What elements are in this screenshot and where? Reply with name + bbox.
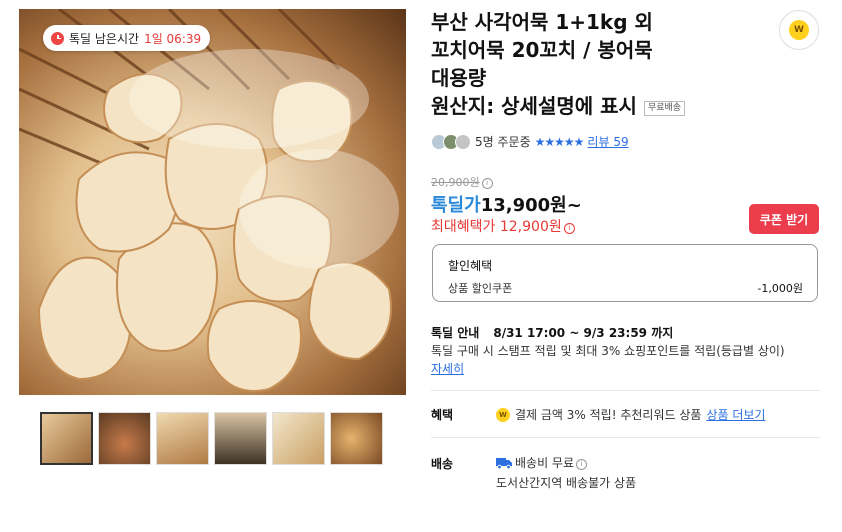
thumbnail-image	[273, 413, 324, 464]
max-benefit-price: 최대혜택가 12,900원 i	[431, 216, 575, 236]
benefit-row: W 결제 금액 3% 적립! 추천리워드 상품 상품 더보기	[496, 406, 765, 423]
discount-box: 할인혜택 상품 할인쿠폰 -1,000원	[432, 244, 818, 302]
benefit-label: 혜택	[431, 408, 454, 422]
clock-icon	[51, 31, 64, 45]
thumbnail-2[interactable]	[98, 412, 151, 465]
reward-coin-button[interactable]: W	[779, 10, 819, 50]
product-title: 부산 사각어묵 1+1kg 외 꼬치어묵 20꼬치 / 봉어묵 대용량 원산지:…	[431, 8, 731, 120]
divider	[431, 390, 820, 391]
thumbnail-4[interactable]	[214, 412, 267, 465]
original-price-value: 20,900원	[431, 176, 480, 189]
deal-period: 8/31 17:00 ~ 9/3 23:59 까지	[493, 326, 674, 340]
details-link[interactable]: 자세히	[431, 360, 464, 378]
deal-timer-badge: 톡딜 남은시간 1일 06:39	[43, 25, 211, 51]
thumbnail-image	[215, 413, 266, 464]
product-main-image: 톡딜 남은시간 1일 06:39	[19, 9, 406, 395]
buyer-avatars	[431, 133, 471, 150]
truck-icon	[496, 458, 512, 469]
shipping-fee-row: 배송비 무료 i	[496, 453, 636, 473]
discount-item-value: -1,000원	[757, 282, 803, 295]
deal-info: 톡딜 안내 8/31 17:00 ~ 9/3 23:59 까지 톡딜 구매 시 스…	[431, 324, 785, 378]
deal-price: 톡딜가13,900원~	[431, 191, 582, 217]
info-icon[interactable]: i	[563, 223, 575, 234]
title-line-1: 부산 사각어묵 1+1kg 외	[431, 10, 653, 34]
shipping-note: 도서산간지역 배송불가 상품	[496, 476, 637, 490]
avatar	[455, 133, 471, 150]
original-price: 20,900원 i	[431, 174, 493, 190]
coin-icon: W	[789, 20, 809, 40]
more-products-link[interactable]: 상품 더보기	[706, 406, 765, 423]
max-price-value: 12,900원	[499, 219, 562, 235]
coin-icon: W	[496, 407, 510, 422]
deal-info-label: 톡딜 안내	[431, 326, 480, 340]
shipping-label: 배송	[431, 457, 454, 471]
deal-price-value: 13,900원~	[480, 195, 582, 216]
deal-price-label: 톡딜가	[431, 195, 481, 216]
thumbnail-image	[42, 414, 91, 463]
rating-stars: ★★★★★	[534, 134, 585, 149]
fishcake-illustration	[19, 9, 399, 392]
deal-description: 톡딜 구매 시 스탬프 적립 및 최대 3% 쇼핑포인트를 적립(등급별 상이)	[431, 344, 785, 358]
thumbnail-image	[331, 413, 382, 464]
thumbnail-6[interactable]	[330, 412, 383, 465]
title-line-2: 꼬치어묵 20꼬치 / 봉어묵	[431, 38, 653, 62]
benefit-text: 결제 금액 3% 적립! 추천리워드 상품	[515, 408, 702, 422]
get-coupon-button[interactable]: 쿠폰 받기	[749, 204, 819, 234]
title-line-3: 대용량	[431, 66, 487, 90]
info-icon[interactable]: i	[576, 459, 588, 470]
thumbnail-5[interactable]	[272, 412, 325, 465]
divider	[431, 437, 820, 438]
order-review-row: 5명 주문중 ★★★★★ 리뷰 59	[431, 133, 629, 150]
shipping-fee: 배송비 무료	[515, 456, 575, 470]
free-shipping-tag: 무료배송	[643, 101, 686, 116]
thumbnail-3[interactable]	[156, 412, 209, 465]
discount-item-label: 상품 할인쿠폰	[448, 282, 513, 295]
thumbnail-strip	[40, 412, 383, 465]
info-icon[interactable]: i	[481, 178, 493, 189]
discount-title: 할인혜택	[448, 259, 493, 273]
max-price-label: 최대혜택가	[431, 219, 496, 235]
thumbnail-1[interactable]	[40, 412, 93, 465]
title-line-4: 원산지: 상세설명에 표시	[431, 94, 637, 118]
deal-info-header: 톡딜 안내 8/31 17:00 ~ 9/3 23:59 까지	[431, 324, 785, 342]
ordering-count: 5명 주문중	[475, 135, 531, 149]
shipping-info: 배송비 무료 i 도서산간지역 배송불가 상품	[496, 453, 636, 493]
review-link[interactable]: 리뷰 59	[587, 133, 628, 150]
timer-value: 1일 06:39	[144, 31, 202, 46]
thumbnail-image	[99, 413, 150, 464]
timer-label: 톡딜 남은시간	[69, 31, 140, 46]
thumbnail-image	[157, 413, 208, 464]
